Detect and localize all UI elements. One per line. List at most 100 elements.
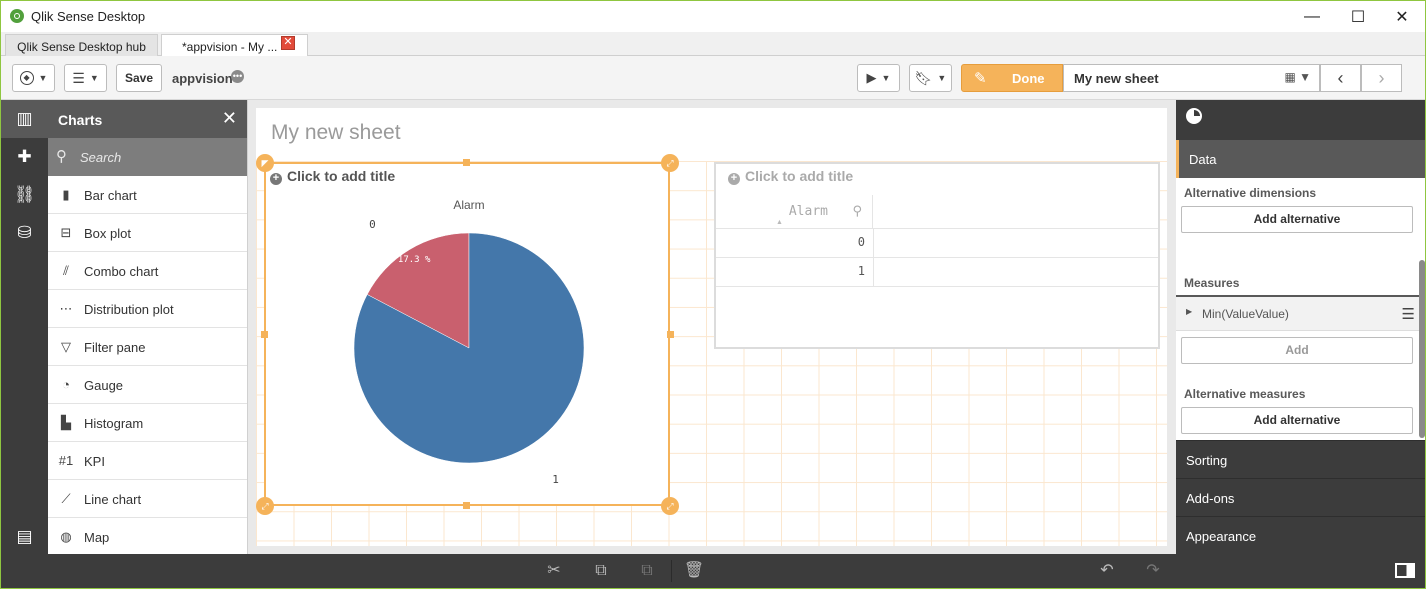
resize-handle-left[interactable] [261, 331, 268, 338]
save-button[interactable]: Save [116, 64, 162, 92]
histogram-icon: ▙ [61, 415, 71, 430]
properties-scrollbar[interactable] [1419, 260, 1425, 438]
app-info-icon[interactable]: ••• [231, 70, 244, 83]
pie-slice-value-label: 82.7 % [521, 467, 554, 477]
resize-handle-right[interactable] [667, 331, 674, 338]
previous-sheet-button[interactable]: ‹ [1320, 64, 1361, 92]
chart-item[interactable]: ⋯ Distribution plot [48, 290, 247, 328]
resize-handle-bottom-left[interactable]: ⤢ [256, 497, 274, 515]
present-button[interactable]: ▶ ▼ [857, 64, 900, 92]
resize-handle-bottom-right[interactable]: ⤢ [661, 497, 679, 515]
rail-master-items-icon[interactable]: ⛓ [1, 176, 48, 214]
tab-bar: Qlik Sense Desktop hub *appvision - My .… [1, 32, 1425, 56]
tab-close-icon[interactable]: ✕ [281, 36, 295, 50]
chart-item-label: Gauge [84, 378, 124, 393]
copy-icon[interactable]: ⧉ [589, 560, 613, 582]
cut-icon[interactable]: ✂ [542, 560, 566, 582]
bookmark-button[interactable]: 🔖︎ ▼ [909, 64, 952, 92]
chart-item[interactable]: ⊟ Box plot [48, 214, 247, 252]
section-sorting[interactable]: Sorting [1176, 440, 1425, 478]
chart-item[interactable]: ◔ Gauge [48, 366, 247, 404]
pie-chart-object[interactable]: + Click to add title Alarm 17.3 % 0 82.7 % 1 [264, 162, 670, 506]
chart-item-label: Filter pane [84, 340, 146, 355]
chart-item-label: Bar chart [84, 188, 137, 203]
window-title: Qlik Sense Desktop [31, 9, 146, 24]
filter-pane-icon: ▽ [61, 339, 71, 354]
add-alt-dimension-button[interactable]: Add alternative [1181, 206, 1413, 233]
caret-down-icon: ▼ [38, 73, 48, 83]
caret-down-icon: ▼ [89, 73, 99, 83]
section-data[interactable]: Data [1176, 140, 1425, 178]
expand-arrow-icon[interactable]: ▶ [1186, 307, 1192, 316]
section-appearance[interactable]: Appearance [1176, 516, 1425, 554]
pie-chart-icon [1186, 108, 1202, 124]
add-alt-measure-button[interactable]: Add alternative [1181, 407, 1413, 434]
tab-hub-label: Qlik Sense Desktop hub [17, 40, 146, 54]
chart-search[interactable]: ⚲ Search [48, 138, 247, 176]
qlik-logo-icon [10, 9, 24, 23]
chart-item[interactable]: ⫽ Combo chart [48, 252, 247, 290]
measures-label: Measures [1184, 276, 1240, 290]
done-label: Done [1012, 71, 1045, 86]
charts-panel: Charts ✕ ⚲ Search ▮ Bar chart ⊟ Box plot ⫽ Co… [48, 100, 248, 556]
table-object[interactable]: + Click to add title Alarm ⚲ ▲ 0 1 [714, 162, 1160, 349]
chart-search-input[interactable]: Search [80, 150, 121, 165]
kpi-icon: #1 [58, 453, 74, 468]
table-header-label: Alarm [788, 204, 828, 219]
chart-item[interactable]: ▮ Bar chart [48, 176, 247, 214]
plus-icon: + [728, 173, 740, 185]
resize-handle-top-right[interactable]: ⤢ [661, 154, 679, 172]
pie-chart-title: Alarm [453, 198, 484, 212]
chart-item[interactable]: ◍ Map [48, 518, 247, 556]
table-cell: 0 [857, 235, 865, 249]
table-add-title[interactable]: + Click to add title [728, 168, 853, 185]
gauge-icon: ◔ [62, 377, 70, 392]
navigation-button[interactable]: ◆ ▼ [12, 64, 55, 92]
distribution-plot-icon: ⋯ [59, 301, 73, 316]
rail-extensions-icon[interactable]: ✚ [1, 138, 48, 176]
toggle-properties-icon[interactable] [1395, 563, 1415, 578]
global-menu-button[interactable]: ☰ ▼ [64, 64, 107, 92]
bar-chart-icon: ▮ [62, 187, 70, 202]
chart-item[interactable]: ▽ Filter pane [48, 328, 247, 366]
rail-fields-icon[interactable]: ⛁ [1, 214, 48, 252]
sheet-title[interactable]: My new sheet [271, 121, 401, 145]
redo-icon[interactable]: ↷ [1141, 560, 1165, 582]
chart-item[interactable]: #1 KPI [48, 442, 247, 480]
tab-appvision-label: *appvision - My ... [182, 40, 278, 54]
toolbar-divider [671, 560, 672, 582]
close-window-button[interactable]: ✕ [1379, 1, 1425, 32]
section-addons[interactable]: Add-ons [1176, 478, 1425, 516]
sheet-selector-label: My new sheet [1074, 71, 1159, 86]
next-sheet-button[interactable]: › [1361, 64, 1402, 92]
maximize-button[interactable]: ☐ [1335, 1, 1381, 32]
chart-item[interactable]: ⟋ Line chart [48, 480, 247, 518]
chart-item[interactable]: ▙ Histogram [48, 404, 247, 442]
add-measure-button[interactable]: Add [1181, 337, 1413, 364]
measure-item[interactable]: ▶ Min(ValueValue) ☰ [1176, 295, 1425, 331]
sheet-selector[interactable]: My new sheet ▦ ▼ [1063, 64, 1320, 92]
done-button[interactable]: ✎ Done [961, 64, 1063, 92]
minimize-button[interactable]: — [1289, 1, 1335, 32]
pie-category-label: 1 [552, 473, 559, 486]
table-header-cell[interactable]: Alarm ⚲ ▲ [716, 195, 873, 229]
resize-handle-bottom[interactable] [463, 502, 470, 509]
chart-item-label: Combo chart [84, 264, 159, 279]
properties-panel: Data Alternative dimensions Add alternat… [1176, 100, 1425, 554]
paste-icon[interactable]: ⧉ [635, 560, 659, 582]
resize-handle-top-left[interactable]: ◤ [256, 154, 274, 172]
rail-charts-icon[interactable]: ▥ [1, 100, 48, 138]
alt-dimensions-label: Alternative dimensions [1184, 186, 1317, 200]
table-row[interactable]: 0 [716, 229, 1158, 258]
resize-handle-top[interactable] [463, 159, 470, 166]
delete-icon[interactable]: 🗑︎ [682, 560, 706, 582]
table-row[interactable]: 1 [716, 258, 1158, 287]
rail-variables-icon[interactable]: ▤ [1, 518, 48, 556]
undo-icon[interactable]: ↶ [1095, 560, 1119, 582]
table-cell: 1 [857, 264, 865, 278]
drag-handle-icon[interactable]: ☰ [1402, 305, 1415, 323]
section-sorting-label: Sorting [1186, 453, 1228, 468]
table-search-icon[interactable]: ⚲ [852, 203, 862, 219]
close-panel-icon[interactable]: ✕ [222, 108, 237, 129]
tab-hub[interactable]: Qlik Sense Desktop hub [5, 34, 158, 56]
